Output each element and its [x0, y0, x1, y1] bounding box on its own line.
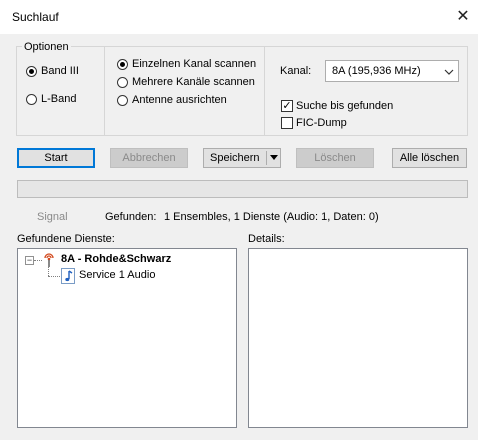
- service-item-label[interactable]: Service 1 Audio: [79, 269, 155, 281]
- abort-button[interactable]: Abbrechen: [110, 148, 188, 168]
- save-button-label: Speichern: [210, 152, 260, 164]
- options-divider-1: [104, 47, 105, 135]
- antenna-icon: [44, 253, 54, 267]
- services-label: Gefundene Dienste:: [17, 233, 115, 245]
- search-until-found-checkbox[interactable]: ✓: [281, 100, 293, 112]
- multi-channel-radio[interactable]: [117, 77, 128, 88]
- delete-all-button[interactable]: Alle löschen: [392, 148, 467, 168]
- band3-radio[interactable]: [26, 66, 37, 77]
- fic-dump-checkbox[interactable]: [281, 117, 293, 129]
- save-button[interactable]: Speichern: [203, 148, 281, 168]
- single-channel-radio[interactable]: [117, 59, 128, 70]
- services-tree[interactable]: − 8A - Rohde&Schwarz Service 1 Audio: [17, 248, 237, 428]
- chevron-down-icon[interactable]: [444, 67, 454, 77]
- signal-label: Signal: [37, 211, 68, 223]
- found-label: Gefunden:: [105, 211, 157, 223]
- kanal-select[interactable]: 8A (195,936 MHz): [325, 60, 459, 82]
- lband-label[interactable]: L-Band: [41, 93, 76, 105]
- close-icon[interactable]: ✕: [452, 6, 474, 28]
- found-value: 1 Ensembles, 1 Dienste (Audio: 1, Daten:…: [164, 211, 379, 223]
- kanal-value: 8A (195,936 MHz): [332, 65, 421, 77]
- lband-radio[interactable]: [26, 94, 37, 105]
- tree-connector: [34, 260, 42, 261]
- options-divider-2: [264, 47, 265, 135]
- details-label: Details:: [248, 233, 285, 245]
- antenna-align-label[interactable]: Antenne ausrichten: [132, 94, 227, 106]
- chevron-down-icon[interactable]: [269, 154, 279, 162]
- multi-channel-label[interactable]: Mehrere Kanäle scannen: [132, 76, 255, 88]
- start-button[interactable]: Start: [17, 148, 95, 168]
- details-panel: [248, 248, 468, 428]
- ensemble-label[interactable]: 8A - Rohde&Schwarz: [61, 253, 171, 265]
- tree-connector: [48, 276, 60, 277]
- title-bar: [0, 0, 478, 34]
- window-title: Suchlauf: [12, 10, 59, 24]
- band3-label[interactable]: Band III: [41, 65, 79, 77]
- search-until-found-label[interactable]: Suche bis gefunden: [296, 100, 393, 112]
- fic-dump-label[interactable]: FIC-Dump: [296, 117, 347, 129]
- collapse-expander-icon[interactable]: −: [25, 256, 34, 265]
- music-note-icon: [61, 268, 75, 284]
- scan-progress-bar: [17, 180, 468, 198]
- save-split-divider: [266, 151, 267, 165]
- antenna-align-radio[interactable]: [117, 95, 128, 106]
- delete-button[interactable]: Löschen: [296, 148, 374, 168]
- tree-connector: [48, 267, 49, 276]
- kanal-label: Kanal:: [280, 65, 312, 77]
- options-group-label: Optionen: [22, 41, 71, 53]
- single-channel-label[interactable]: Einzelnen Kanal scannen: [132, 58, 256, 70]
